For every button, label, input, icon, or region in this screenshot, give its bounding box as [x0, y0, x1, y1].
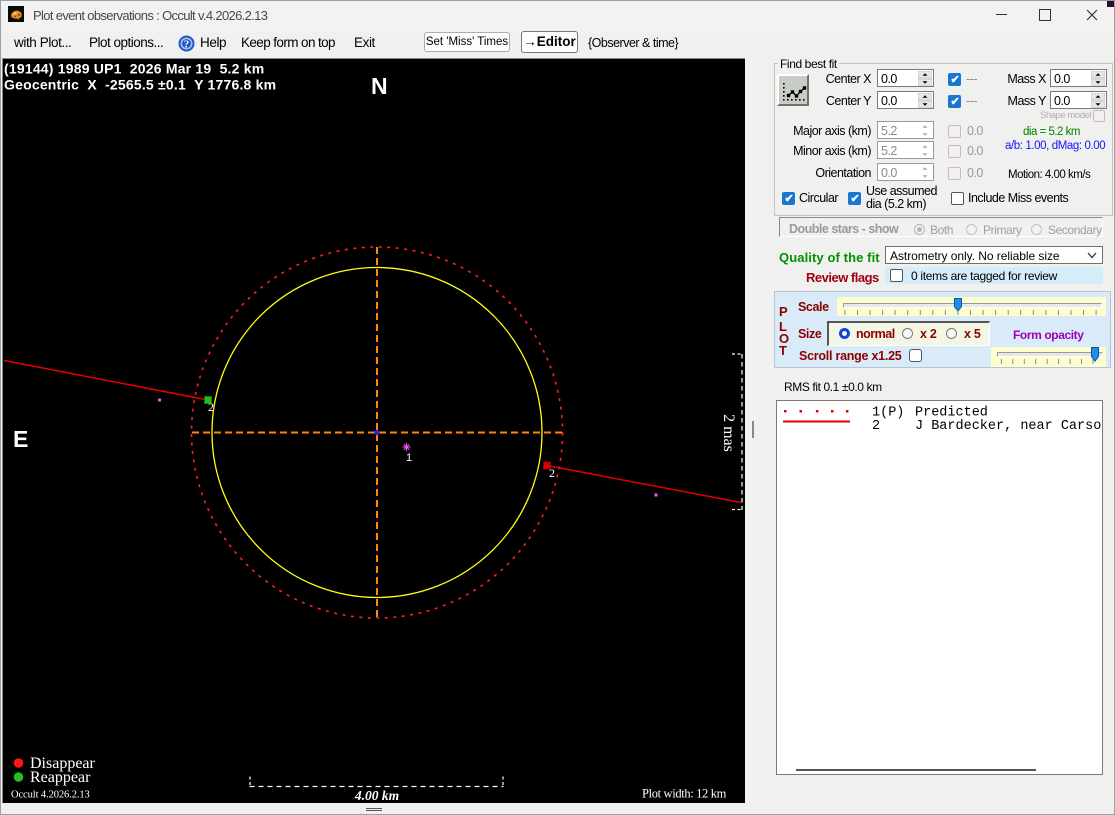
svg-text:2 mas: 2 mas — [720, 414, 737, 452]
svg-text:4.00 km: 4.00 km — [354, 788, 399, 802]
svg-text:J Bardecker, near Carso: J Bardecker, near Carso — [915, 419, 1101, 434]
svg-text:?: ? — [184, 39, 190, 51]
svg-text:Plot width: 12 km: Plot width: 12 km — [642, 787, 727, 801]
svg-text:N: N — [371, 73, 388, 99]
svg-text:Reappear: Reappear — [30, 769, 91, 786]
svg-text:2: 2 — [208, 400, 214, 414]
svg-text:2: 2 — [549, 466, 555, 480]
svg-text:2: 2 — [872, 419, 880, 434]
svg-text:Occult 4.2026.2.13: Occult 4.2026.2.13 — [11, 790, 90, 801]
svg-text:E: E — [13, 426, 28, 452]
svg-text:Geocentric X -2565.5 ±0.1 Y: Geocentric X -2565.5 ±0.1 Y 1776.8 km — [4, 77, 276, 93]
svg-text:(19144) 1989 UP1 2026 Mar 19: (19144) 1989 UP1 2026 Mar 19 5.2 km — [4, 61, 264, 77]
svg-text:1: 1 — [406, 452, 412, 464]
